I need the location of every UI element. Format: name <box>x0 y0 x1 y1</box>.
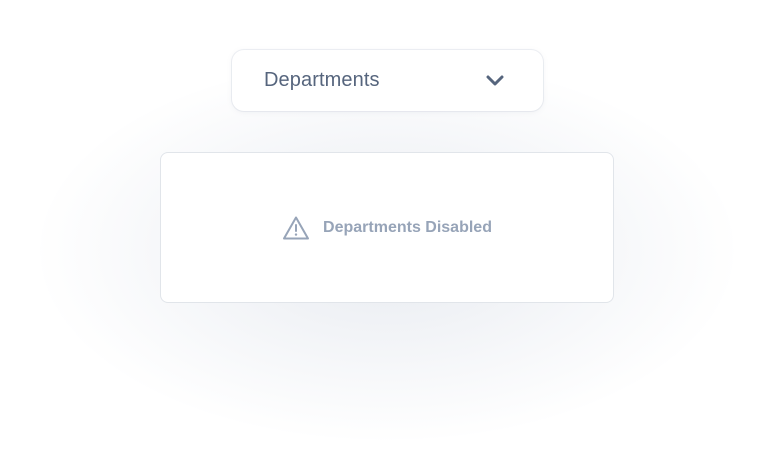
departments-widget: Departments Departments Disabled <box>0 0 774 470</box>
departments-disabled-panel: Departments Disabled <box>160 152 614 303</box>
dropdown-label: Departments <box>264 69 380 91</box>
warning-triangle-icon <box>282 215 310 241</box>
disabled-notice: Departments Disabled <box>282 215 492 241</box>
chevron-down-icon[interactable] <box>485 74 505 88</box>
departments-dropdown[interactable]: Departments <box>232 50 543 111</box>
notice-text: Departments Disabled <box>323 218 492 236</box>
